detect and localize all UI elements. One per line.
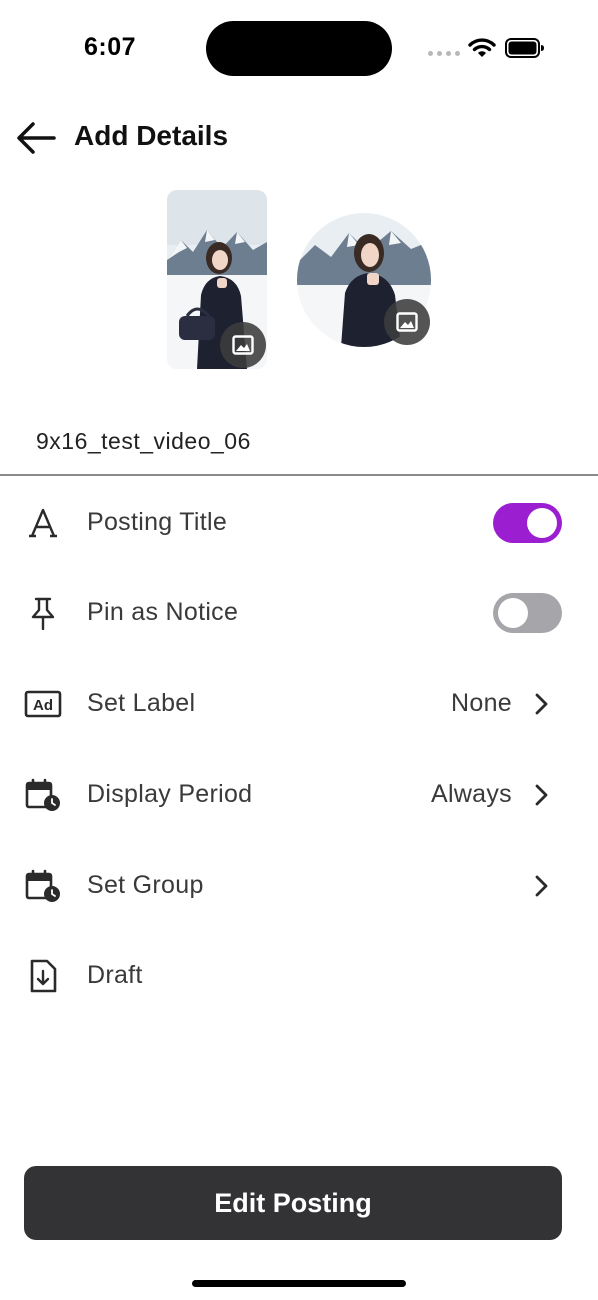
setting-label: Set Group <box>87 871 204 899</box>
setting-value: None <box>451 689 512 717</box>
ad-label-icon: Ad <box>24 685 62 723</box>
home-indicator <box>192 1280 406 1287</box>
setting-row-set-group[interactable]: Set Group <box>0 850 598 920</box>
pin-as-notice-toggle[interactable] <box>493 593 562 633</box>
setting-row-draft[interactable]: Draft <box>0 940 598 1010</box>
divider <box>0 474 598 476</box>
video-file-name: 9x16_test_video_06 <box>36 428 251 454</box>
svg-text:Ad: Ad <box>33 697 53 714</box>
status-time: 6:07 <box>84 33 137 61</box>
arrow-left-icon <box>17 122 56 154</box>
image-icon <box>232 335 254 355</box>
setting-row-set-label[interactable]: Ad Set Label None <box>0 668 598 738</box>
toggle-knob <box>498 598 528 628</box>
wifi-icon <box>468 38 496 57</box>
setting-label: Posting Title <box>87 508 228 536</box>
change-cover-button[interactable] <box>220 322 266 368</box>
posting-title-toggle[interactable] <box>493 503 562 543</box>
setting-label: Draft <box>87 961 143 989</box>
toggle-knob <box>527 508 557 538</box>
chevron-right-icon <box>530 780 554 810</box>
dynamic-island <box>206 21 392 76</box>
setting-label: Set Label <box>87 689 196 717</box>
setting-row-display-period[interactable]: Display Period Always <box>0 759 598 829</box>
setting-label: Pin as Notice <box>87 598 239 626</box>
image-icon <box>396 312 418 332</box>
edit-posting-button[interactable]: Edit Posting <box>24 1166 562 1240</box>
cellular-signal-icon <box>428 51 460 56</box>
setting-label: Display Period <box>87 780 253 808</box>
file-download-icon <box>24 957 62 995</box>
text-a-icon <box>24 504 62 542</box>
header: Add Details <box>0 110 598 166</box>
battery-icon <box>505 38 544 58</box>
chevron-right-icon <box>530 689 554 719</box>
back-button[interactable] <box>14 116 58 160</box>
calendar-clock-icon <box>24 867 62 905</box>
status-bar: 6:07 <box>0 0 598 96</box>
setting-row-posting-title[interactable]: Posting Title <box>0 487 598 557</box>
change-profile-image-button[interactable] <box>384 299 430 345</box>
chevron-right-icon <box>530 871 554 901</box>
pin-icon <box>24 594 62 632</box>
calendar-clock-icon <box>24 776 62 814</box>
page-title: Add Details <box>74 120 229 151</box>
setting-value: Always <box>431 780 512 808</box>
setting-row-pin-as-notice[interactable]: Pin as Notice <box>0 577 598 647</box>
